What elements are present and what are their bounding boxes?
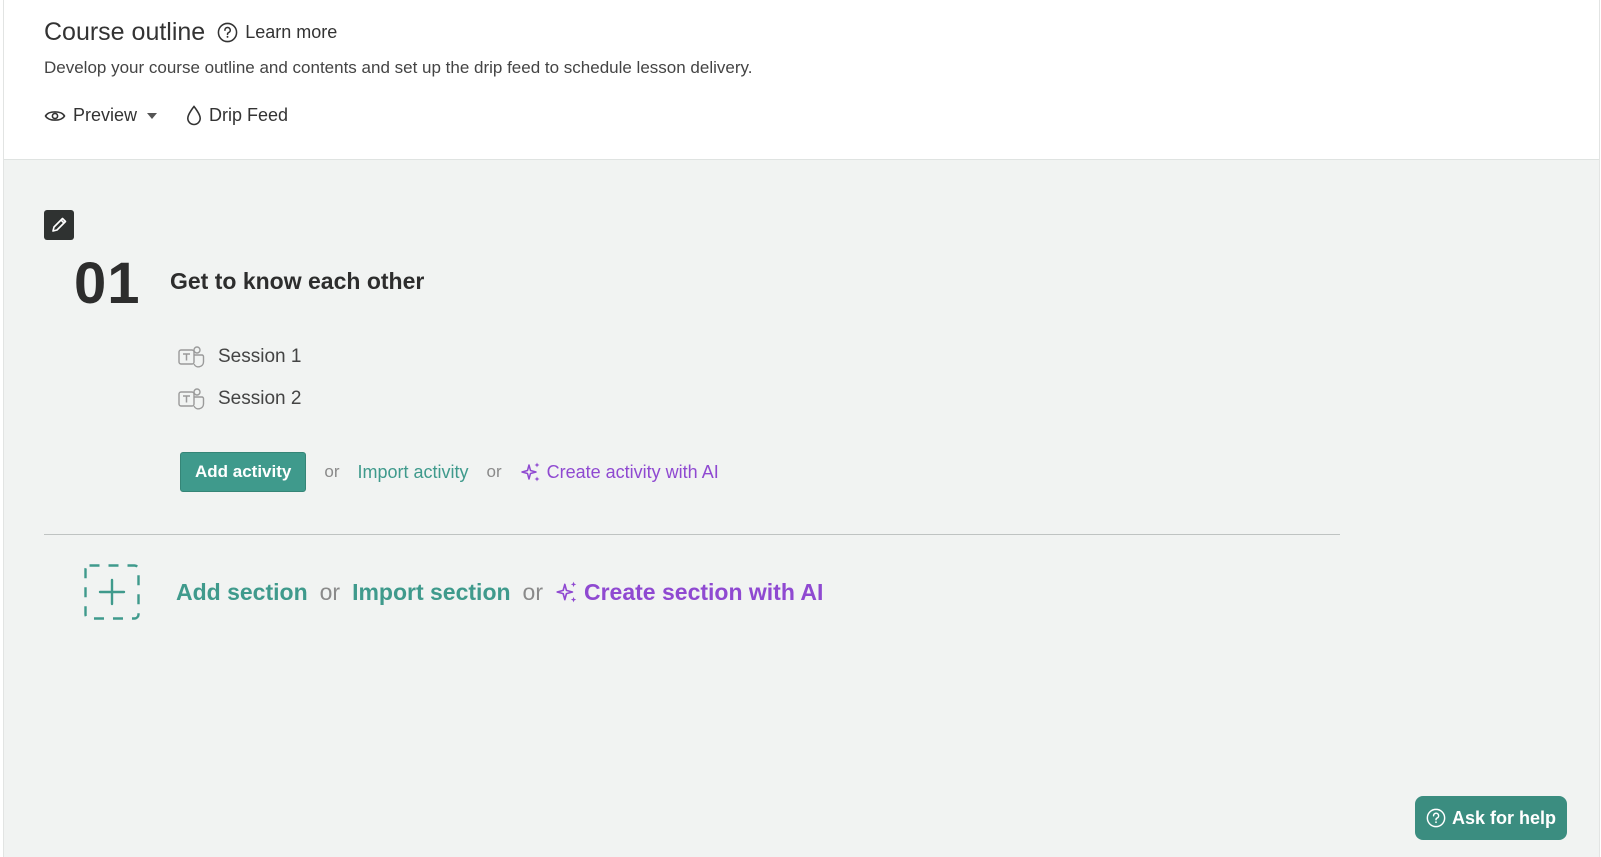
- drip-feed-button[interactable]: Drip Feed: [186, 105, 288, 126]
- preview-label: Preview: [73, 105, 138, 125]
- or-separator: or: [319, 578, 341, 605]
- or-separator: or: [324, 462, 340, 481]
- create-section-ai-link[interactable]: Create section with AI: [555, 579, 823, 606]
- teams-icon: [178, 388, 205, 410]
- edit-section-button[interactable]: [44, 210, 74, 240]
- section-divider: [44, 534, 1340, 535]
- caret-down-icon: [147, 112, 158, 119]
- create-section-ai-label: Create section with AI: [584, 578, 824, 605]
- help-circle-icon: [1426, 808, 1446, 828]
- learn-more-link[interactable]: Learn more: [217, 22, 337, 43]
- help-circle-icon: [217, 22, 238, 43]
- add-section-row: Add section or Import section or Create …: [84, 564, 823, 620]
- create-activity-ai-label: Create activity with AI: [546, 461, 719, 482]
- page-header: Course outline Learn more Develop your c…: [4, 0, 1599, 160]
- import-activity-link[interactable]: Import activity: [357, 462, 468, 483]
- page-subtitle: Develop your course outline and contents…: [44, 58, 753, 77]
- app-frame: Course outline Learn more Develop your c…: [3, 0, 1600, 857]
- page-title: Course outline: [44, 18, 206, 46]
- activity-label: Session 1: [218, 346, 302, 367]
- section-number: 01: [74, 251, 141, 316]
- activity-item[interactable]: Session 1: [178, 343, 301, 371]
- title-row: Course outline Learn more: [44, 18, 337, 47]
- pencil-icon: [52, 217, 67, 232]
- preview-dropdown[interactable]: Preview: [44, 105, 164, 126]
- import-section-link[interactable]: Import section: [352, 579, 510, 606]
- add-section-link[interactable]: Add section: [176, 579, 308, 606]
- activity-list: Session 1 Session 2: [178, 343, 301, 427]
- add-activity-button[interactable]: Add activity: [180, 452, 307, 492]
- drip-feed-label: Drip Feed: [209, 105, 289, 125]
- ask-for-help-label: Ask for help: [1451, 807, 1557, 828]
- add-section-plus-icon[interactable]: [84, 564, 140, 620]
- sparkle-icon: [520, 462, 540, 482]
- eye-icon: [44, 110, 66, 121]
- or-separator: or: [486, 462, 502, 481]
- sparkle-icon: [556, 581, 577, 603]
- course-outline-content: 01 Get to know each other Session 1 Sess…: [4, 160, 1599, 857]
- teams-icon: [178, 346, 205, 368]
- learn-more-label: Learn more: [245, 22, 338, 42]
- droplet-icon: [187, 105, 202, 126]
- activity-item[interactable]: Session 2: [178, 385, 301, 413]
- or-separator: or: [522, 578, 543, 605]
- toolbar: Preview Drip Feed: [44, 105, 288, 126]
- activity-actions: Add activity or Import activity or Creat…: [180, 452, 719, 492]
- activity-label: Session 2: [218, 388, 302, 409]
- section-title[interactable]: Get to know each other: [170, 268, 424, 295]
- ask-for-help-button[interactable]: Ask for help: [1415, 796, 1567, 840]
- create-activity-ai-link[interactable]: Create activity with AI: [520, 461, 719, 483]
